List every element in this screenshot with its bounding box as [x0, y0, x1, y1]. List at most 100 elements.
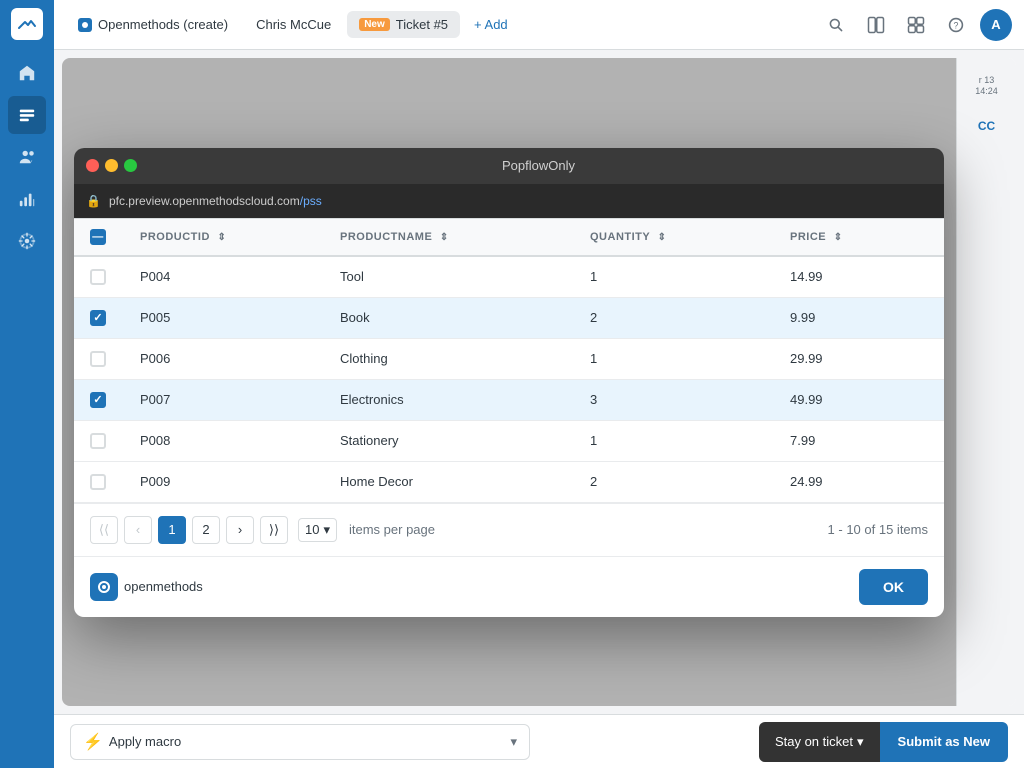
user-avatar[interactable]: A	[980, 9, 1012, 41]
address-path: /pss	[300, 194, 322, 208]
row-checkbox-P004[interactable]	[90, 269, 106, 285]
sort-icon-productname: ⇕	[440, 232, 449, 243]
ticket-area: r 13 14:24 CC PopflowOnly	[62, 58, 1016, 706]
products-table: PRODUCTID ⇕ PRODUCTNAME ⇕ QUANTITY ⇕	[74, 218, 944, 503]
window-maximize-button[interactable]	[124, 159, 137, 172]
pagination-range: 1 - 10 of 15 items	[828, 522, 928, 537]
content-wrapper: r 13 14:24 CC PopflowOnly	[54, 50, 1024, 768]
settings-icon[interactable]	[8, 222, 46, 260]
items-per-page-label: items per page	[349, 522, 435, 537]
cell-productid: P009	[124, 461, 324, 502]
cell-quantity: 1	[574, 420, 774, 461]
cell-productid: P007	[124, 379, 324, 420]
page-next-button[interactable]: ›	[226, 516, 254, 544]
time-display: r 13 14:24	[971, 75, 1003, 97]
right-panel: r 13 14:24 CC	[956, 58, 1016, 706]
page-2-button[interactable]: 2	[192, 516, 220, 544]
row-checkbox-cell	[74, 461, 124, 502]
tab-ticket5-badge: New	[359, 18, 390, 31]
sort-icon-price: ⇕	[834, 232, 843, 243]
cell-price: 24.99	[774, 461, 944, 502]
submit-group: Stay on ticket ▾ Submit as New	[759, 722, 1008, 762]
macro-label: Apply macro	[109, 734, 181, 749]
page-prev-button[interactable]: ‹	[124, 516, 152, 544]
users-icon[interactable]	[8, 138, 46, 176]
cell-productname: Book	[324, 297, 574, 338]
tab-bar: Openmethods (create) Chris McCue New Tic…	[54, 0, 1024, 50]
table-row[interactable]: P009 Home Decor 2 24.99	[74, 461, 944, 502]
cell-quantity: 1	[574, 338, 774, 379]
address-url[interactable]: pfc.preview.openmethodscloud.com/pss	[109, 194, 322, 208]
cell-quantity: 2	[574, 297, 774, 338]
sort-icon-quantity: ⇕	[658, 232, 667, 243]
cell-price: 29.99	[774, 338, 944, 379]
tab-chris[interactable]: Chris McCue	[244, 11, 343, 38]
header-checkbox-cell	[74, 218, 124, 256]
col-header-productid[interactable]: PRODUCTID ⇕	[124, 218, 324, 256]
window-close-button[interactable]	[86, 159, 99, 172]
main-area: Openmethods (create) Chris McCue New Tic…	[54, 0, 1024, 768]
cell-price: 14.99	[774, 256, 944, 298]
table-row[interactable]: P005 Book 2 9.99	[74, 297, 944, 338]
cell-quantity: 1	[574, 256, 774, 298]
window-minimize-button[interactable]	[105, 159, 118, 172]
per-page-select[interactable]: 10 ▾	[298, 518, 337, 542]
help-button[interactable]: ?	[940, 9, 972, 41]
submit-as-new-button[interactable]: Submit as New	[880, 722, 1008, 762]
ok-button[interactable]: OK	[859, 569, 928, 605]
table-row[interactable]: P004 Tool 1 14.99	[74, 256, 944, 298]
modal-overlay: PopflowOnly 🔒 pfc.preview.openmethodsclo…	[62, 58, 956, 706]
tickets-icon[interactable]	[8, 96, 46, 134]
tab-add-button[interactable]: + Add	[464, 11, 518, 38]
row-checkbox-P009[interactable]	[90, 474, 106, 490]
cell-price: 49.99	[774, 379, 944, 420]
cell-productid: P008	[124, 420, 324, 461]
search-button[interactable]	[820, 9, 852, 41]
apply-macro-button[interactable]: ⚡ Apply macro ▾	[70, 724, 530, 760]
brand-name: openmethods	[124, 579, 203, 594]
row-checkbox-cell	[74, 420, 124, 461]
row-checkbox-P006[interactable]	[90, 351, 106, 367]
page-first-button[interactable]: ⟨⟨	[90, 516, 118, 544]
row-checkbox-cell	[74, 256, 124, 298]
per-page-chevron: ▾	[323, 522, 330, 538]
stay-on-ticket-button[interactable]: Stay on ticket ▾	[759, 722, 880, 762]
row-checkbox-P008[interactable]	[90, 433, 106, 449]
svg-text:?: ?	[954, 20, 959, 30]
window-titlebar: PopflowOnly	[74, 148, 944, 184]
tab-chris-label: Chris McCue	[256, 17, 331, 32]
row-checkbox-cell	[74, 297, 124, 338]
table-row[interactable]: P006 Clothing 1 29.99	[74, 338, 944, 379]
row-checkbox-P007[interactable]	[90, 392, 106, 408]
action-bar: ⚡ Apply macro ▾ Stay on ticket ▾ Submit …	[54, 714, 1024, 768]
cell-price: 9.99	[774, 297, 944, 338]
macro-chevron-icon: ▾	[510, 734, 517, 750]
col-header-price[interactable]: PRICE ⇕	[774, 218, 944, 256]
row-checkbox-cell	[74, 338, 124, 379]
stay-chevron-icon: ▾	[857, 734, 864, 750]
page-last-button[interactable]: ⟩⟩	[260, 516, 288, 544]
page-1-button[interactable]: 1	[158, 516, 186, 544]
panel-icon-1[interactable]	[860, 9, 892, 41]
pagination: ⟨⟨ ‹ 1 2 › ⟩⟩ 10 ▾ items per page 1 - 10…	[74, 503, 944, 556]
table-row[interactable]: P008 Stationery 1 7.99	[74, 420, 944, 461]
reports-icon[interactable]	[8, 180, 46, 218]
sidebar-logo[interactable]	[11, 8, 43, 40]
address-host: pfc.preview.openmethodscloud.com	[109, 194, 300, 208]
table-row[interactable]: P007 Electronics 3 49.99	[74, 379, 944, 420]
panel-icon-2[interactable]	[900, 9, 932, 41]
clock-icon: r 13 14:24	[971, 70, 1003, 102]
cell-productid: P006	[124, 338, 324, 379]
col-header-productname[interactable]: PRODUCTNAME ⇕	[324, 218, 574, 256]
cc-label[interactable]: CC	[971, 110, 1003, 142]
home-icon[interactable]	[8, 54, 46, 92]
tab-ticket5[interactable]: New Ticket #5	[347, 11, 460, 38]
popup-footer: openmethods OK	[74, 556, 944, 617]
per-page-value: 10	[305, 522, 319, 537]
select-all-checkbox[interactable]	[90, 229, 106, 245]
popup-window: PopflowOnly 🔒 pfc.preview.openmethodsclo…	[74, 148, 944, 617]
tab-openmethods[interactable]: Openmethods (create)	[66, 11, 240, 38]
row-checkbox-P005[interactable]	[90, 310, 106, 326]
cell-productname: Tool	[324, 256, 574, 298]
col-header-quantity[interactable]: QUANTITY ⇕	[574, 218, 774, 256]
